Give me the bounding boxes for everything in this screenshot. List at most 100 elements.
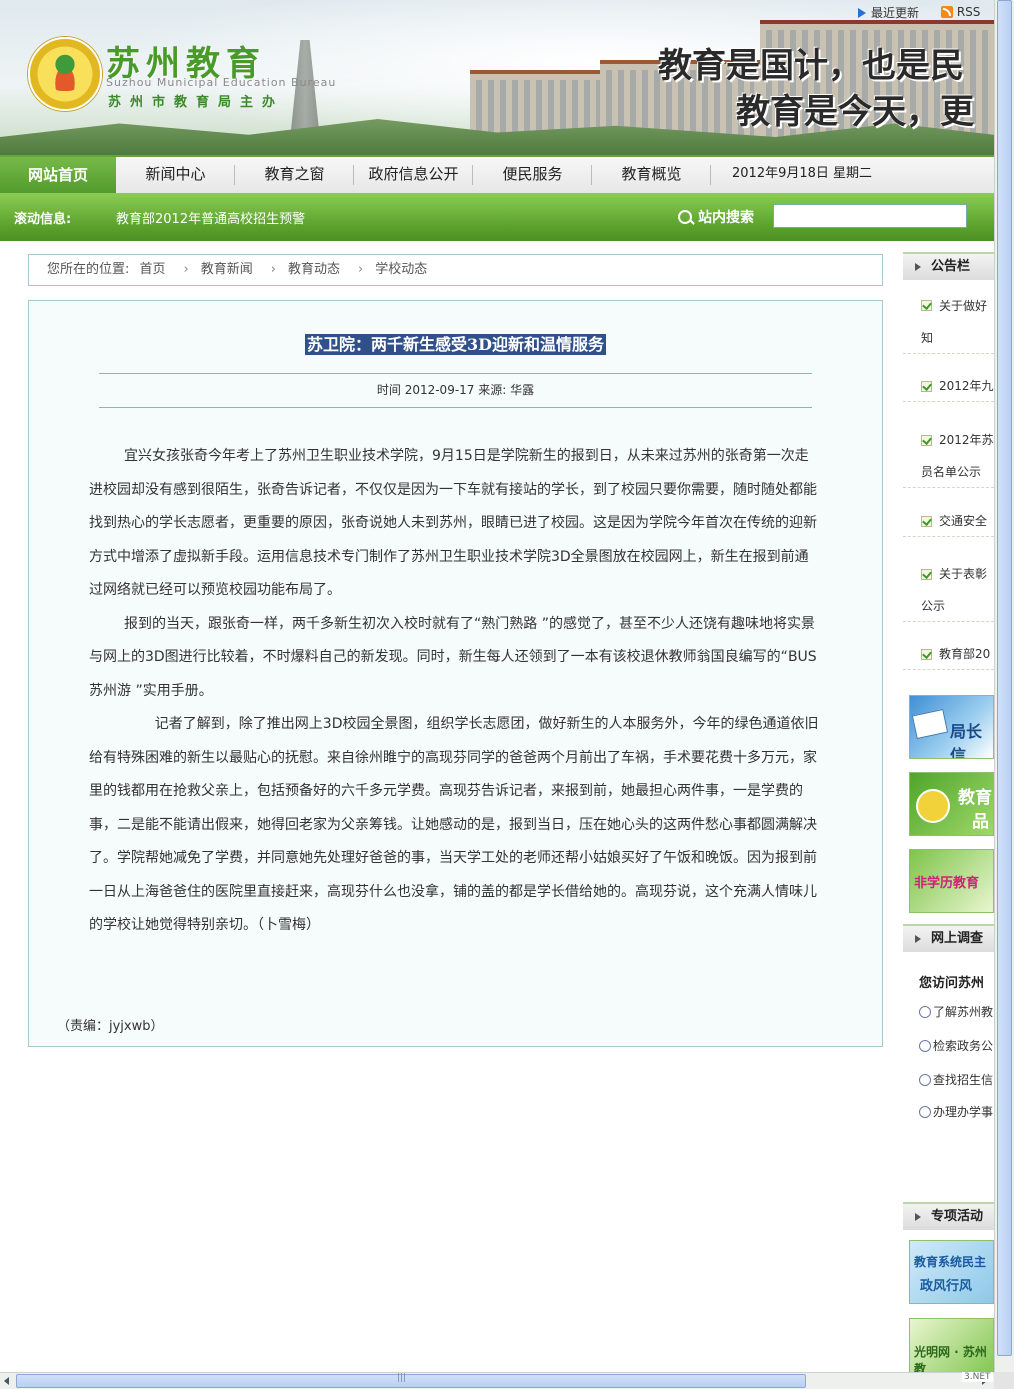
site-search-label: 站内搜索 — [678, 207, 754, 227]
notice-item[interactable]: 教育部20 — [903, 638, 994, 670]
notice-text-cont: 员名单公示 — [921, 465, 982, 479]
ticker-bar: 滚动信息: 教育部2012年普通高校招生预警 站内搜索 — [0, 193, 994, 241]
check-icon — [921, 649, 932, 660]
survey-option-label: 了解苏州教 — [933, 1005, 994, 1019]
check-icon — [921, 516, 932, 527]
breadcrumb-prefix: 您所在的位置: — [47, 262, 130, 277]
notice-item[interactable]: 2012年九 — [903, 370, 994, 402]
nav-item-news[interactable]: 新闻中心 — [116, 157, 235, 195]
scrollbar-corner — [994, 1372, 1014, 1389]
breadcrumb-separator: › — [183, 262, 189, 277]
article-title-text: 苏卫院：两千新生感受3D迎新和温情服务 — [304, 334, 606, 355]
rss-icon — [940, 5, 953, 18]
play-arrow-icon — [858, 7, 866, 18]
survey-question: 您访问苏州 — [919, 976, 985, 991]
site-search-text: 站内搜索 — [698, 210, 754, 226]
banner-text-2: 品 — [972, 812, 989, 832]
education-brand-banner[interactable]: 教育 品 — [909, 772, 994, 836]
nav-home[interactable]: 网站首页 — [0, 157, 116, 195]
article-editor: （责编：jyjxwb） — [57, 1019, 164, 1034]
radio-icon[interactable] — [919, 1039, 931, 1052]
main-nav: 网站首页 新闻中心 教育之窗 政府信息公开 便民服务 教育概览 2012年9月1… — [0, 155, 994, 195]
nav-item-gov-info[interactable]: 政府信息公开 — [354, 157, 473, 195]
special-activities-header: 专项活动 — [903, 1202, 994, 1230]
article-meta: 时间 2012-09-17 来源: 华露 — [376, 383, 535, 397]
breadcrumb-dynamics[interactable]: 教育动态 — [288, 262, 340, 277]
right-sidebar: 公告栏 关于做好 知 2012年九 2012年苏 员名单公示 交通安全 关于表彰… — [903, 252, 994, 1372]
banner-text: 教育系统民主 — [914, 1255, 987, 1269]
header-slogan-1: 教育是国计，也是民 — [658, 46, 964, 86]
meta-divider — [99, 407, 812, 408]
banner-text-2: 政风行风 — [920, 1279, 973, 1294]
breadcrumb-separator: › — [357, 262, 364, 277]
survey-option-label: 查找招生信 — [933, 1073, 994, 1087]
article-panel: 苏卫院：两千新生感受3D迎新和温情服务 时间 2012-09-17 来源: 华露… — [28, 300, 883, 1047]
check-icon — [921, 300, 932, 311]
survey-option[interactable]: 查找招生信 — [919, 1071, 993, 1088]
banner-text: 光明网 · 苏州教 — [914, 1345, 987, 1372]
ticker-link[interactable]: 教育部2012年普通高校招生预警 — [116, 208, 305, 227]
check-icon — [921, 435, 932, 446]
check-icon — [921, 569, 932, 580]
non-degree-education-banner[interactable]: 非学历教育 — [909, 849, 994, 913]
envelope-icon — [911, 708, 949, 740]
survey-option[interactable]: 了解苏州教 — [919, 1003, 993, 1020]
notice-item[interactable]: 关于表彰 公示 — [903, 558, 994, 622]
ticker-label: 滚动信息: — [14, 212, 72, 227]
radio-icon[interactable] — [919, 1073, 931, 1086]
notice-text-cont: 知 — [921, 331, 934, 345]
guangming-suzhou-banner[interactable]: 光明网 · 苏州教 — [909, 1318, 994, 1372]
vertical-scroll-thumb[interactable] — [997, 0, 1012, 1356]
article-paragraph: 报到的当天，跟张奇一样，两千多新生初次入校时就有了“熟门熟路 ”的感觉了，甚至不… — [89, 615, 817, 699]
director-mailbox-banner[interactable]: 局长信 — [909, 695, 994, 759]
horizontal-scrollbar[interactable] — [0, 1372, 994, 1389]
article-body: 宜兴女孩张奇今年考上了苏州卫生职业技术学院，9月15日是学院新生的报到日，从未来… — [89, 440, 822, 943]
survey-header: 网上调查 — [903, 924, 994, 952]
vertical-scrollbar[interactable] — [994, 0, 1014, 1372]
radio-icon[interactable] — [919, 1005, 931, 1018]
title-divider — [99, 373, 812, 374]
article-paragraph: 记者了解到，除了推出网上3D校园全景图，组织学长志愿团，做好新生的人本服务外，今… — [89, 716, 819, 933]
recent-updates-link[interactable]: 最近更新 — [858, 4, 919, 21]
rss-link[interactable]: RSS — [940, 4, 981, 19]
logo-emblem-icon[interactable] — [28, 37, 102, 111]
banner-text: 教育 — [958, 788, 992, 808]
rss-label: RSS — [956, 4, 981, 19]
check-icon — [921, 381, 932, 392]
logo-subtitle: 苏州市教育局主办 — [108, 95, 285, 110]
banner-text: 局长信 — [950, 722, 983, 759]
breadcrumb: 您所在的位置: 首页 › 教育新闻 › 教育动态 › 学校动态 — [28, 254, 883, 286]
arrow-left-icon[interactable] — [4, 1377, 9, 1385]
article-title: 苏卫院：两千新生感受3D迎新和温情服务 — [29, 331, 882, 355]
logo-english: Suzhou Municipal Education Bureau — [106, 76, 337, 89]
banner-text: 非学历教育 — [914, 876, 980, 891]
breadcrumb-news[interactable]: 教育新闻 — [201, 262, 253, 277]
site-header: 苏州教育 Suzhou Municipal Education Bureau 苏… — [0, 0, 994, 155]
search-input[interactable] — [773, 204, 967, 228]
nav-item-services[interactable]: 便民服务 — [473, 157, 592, 195]
nav-item-education-window[interactable]: 教育之窗 — [235, 157, 354, 195]
horizontal-scroll-thumb[interactable] — [16, 1373, 806, 1388]
nav-item-overview[interactable]: 教育概览 — [592, 157, 711, 195]
header-slogan-2: 教育是今天，更 — [736, 92, 974, 132]
radio-icon[interactable] — [919, 1105, 931, 1118]
notice-item[interactable]: 2012年苏 员名单公示 — [903, 424, 994, 488]
emblem-icon — [916, 789, 950, 823]
survey-option-label: 办理办学事 — [933, 1105, 994, 1119]
survey-option[interactable]: 办理办学事 — [919, 1103, 993, 1120]
democratic-review-banner[interactable]: 教育系统民主 政风行风 — [909, 1240, 994, 1304]
notice-text-cont: 公示 — [921, 599, 946, 613]
search-icon — [678, 210, 692, 224]
survey-option[interactable]: 检索政务公 — [919, 1037, 993, 1054]
survey-option-label: 检索政务公 — [933, 1039, 994, 1053]
breadcrumb-home[interactable]: 首页 — [140, 262, 166, 277]
recent-updates-label: 最近更新 — [871, 6, 920, 20]
browser-viewport: 苏州教育 Suzhou Municipal Education Bureau 苏… — [0, 0, 994, 1372]
article-paragraph: 宜兴女孩张奇今年考上了苏州卫生职业技术学院，9月15日是学院新生的报到日，从未来… — [89, 448, 817, 598]
breadcrumb-school[interactable]: 学校动态 — [375, 262, 427, 277]
notice-item[interactable]: 关于做好 知 — [903, 290, 994, 354]
notice-item[interactable]: 交通安全 — [903, 505, 994, 537]
current-date: 2012年9月18日 星期二 — [732, 166, 873, 181]
breadcrumb-separator: › — [270, 262, 276, 277]
notice-board-header: 公告栏 — [903, 252, 994, 280]
